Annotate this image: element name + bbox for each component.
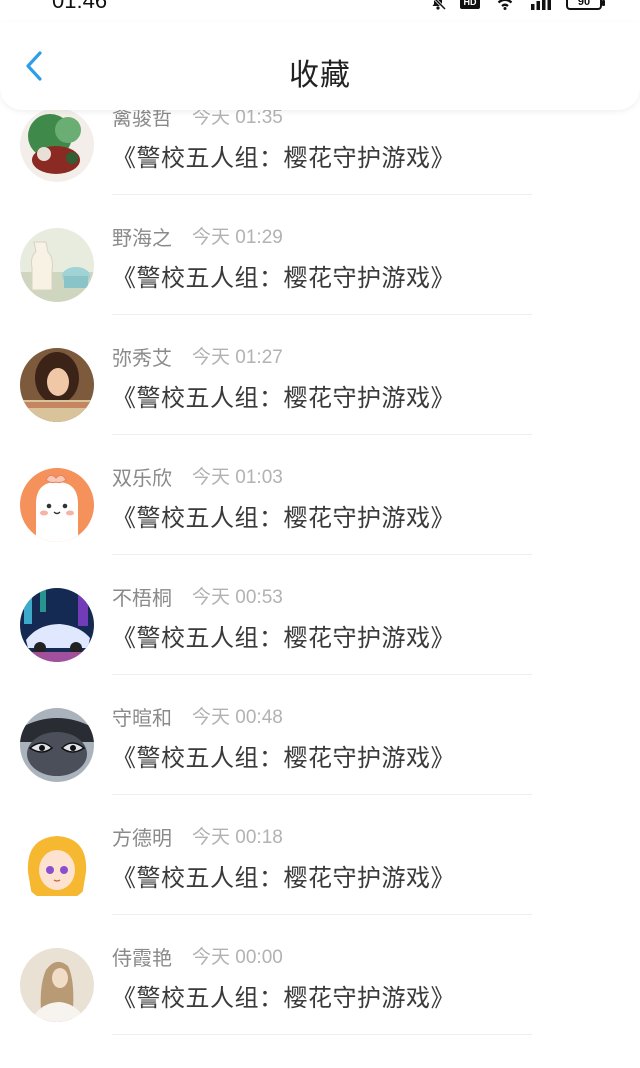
item-name: 方德明 bbox=[112, 826, 172, 850]
item-time: 今天 00:48 bbox=[192, 707, 283, 728]
item-time: 今天 00:18 bbox=[192, 827, 283, 848]
item-time: 今天 00:00 bbox=[192, 947, 283, 968]
item-name: 不梧桐 bbox=[112, 586, 172, 610]
divider bbox=[112, 1034, 532, 1035]
avatar bbox=[20, 228, 94, 302]
item-time: 今天 01:03 bbox=[192, 467, 283, 488]
divider bbox=[112, 434, 532, 435]
favorites-list: 禽骏哲 今天 01:35 《警校五人组：樱花守护游戏》 野海之 今天 01:29… bbox=[0, 0, 640, 1057]
item-time: 今天 00:53 bbox=[192, 587, 283, 608]
item-name: 弥秀艾 bbox=[112, 346, 172, 370]
item-title: 《警校五人组：樱花守护游戏》 bbox=[112, 984, 455, 1012]
list-item[interactable]: 禽骏哲 今天 01:35 《警校五人组：樱花守护游戏》 bbox=[0, 106, 640, 228]
item-title: 《警校五人组：樱花守护游戏》 bbox=[112, 264, 455, 292]
divider bbox=[112, 554, 532, 555]
item-title: 《警校五人组：樱花守护游戏》 bbox=[112, 624, 455, 652]
item-name: 双乐欣 bbox=[112, 466, 172, 490]
avatar bbox=[20, 108, 94, 182]
item-name: 野海之 bbox=[112, 226, 172, 250]
item-title: 《警校五人组：樱花守护游戏》 bbox=[112, 384, 455, 412]
list-item[interactable]: 野海之 今天 01:29 《警校五人组：樱花守护游戏》 bbox=[0, 226, 640, 348]
avatar bbox=[20, 828, 94, 902]
item-title: 《警校五人组：樱花守护游戏》 bbox=[112, 144, 455, 172]
avatar bbox=[20, 468, 94, 542]
item-title: 《警校五人组：樱花守护游戏》 bbox=[112, 504, 455, 532]
item-time: 今天 01:29 bbox=[192, 227, 283, 248]
divider bbox=[112, 794, 532, 795]
header: 收藏 bbox=[0, 22, 640, 110]
page-title: 收藏 bbox=[289, 58, 351, 93]
item-time: 今天 01:27 bbox=[192, 347, 283, 368]
divider bbox=[112, 914, 532, 915]
list-item[interactable]: 不梧桐 今天 00:53 《警校五人组：樱花守护游戏》 bbox=[0, 586, 640, 708]
item-name: 侍霞艳 bbox=[112, 946, 172, 970]
list-item[interactable]: 方德明 今天 00:18 《警校五人组：樱花守护游戏》 bbox=[0, 826, 640, 948]
divider bbox=[112, 314, 532, 315]
avatar bbox=[20, 588, 94, 662]
divider bbox=[112, 194, 532, 195]
avatar bbox=[20, 348, 94, 422]
item-title: 《警校五人组：樱花守护游戏》 bbox=[112, 864, 455, 892]
avatar bbox=[20, 948, 94, 1022]
list-item[interactable]: 守暄和 今天 00:48 《警校五人组：樱花守护游戏》 bbox=[0, 706, 640, 828]
divider bbox=[112, 674, 532, 675]
list-item[interactable]: 双乐欣 今天 01:03 《警校五人组：樱花守护游戏》 bbox=[0, 466, 640, 588]
list-item[interactable]: 侍霞艳 今天 00:00 《警校五人组：樱花守护游戏》 bbox=[0, 946, 640, 1068]
item-name: 守暄和 bbox=[112, 706, 172, 730]
list-item[interactable]: 弥秀艾 今天 01:27 《警校五人组：樱花守护游戏》 bbox=[0, 346, 640, 468]
item-title: 《警校五人组：樱花守护游戏》 bbox=[112, 744, 455, 772]
avatar bbox=[20, 708, 94, 782]
